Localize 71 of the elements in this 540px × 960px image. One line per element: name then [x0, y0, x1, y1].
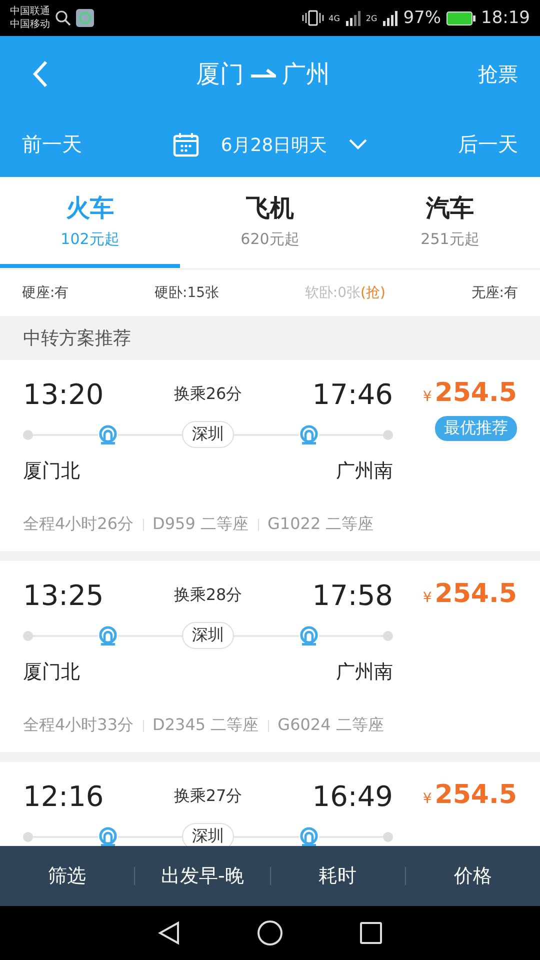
endpoint-dot: [23, 630, 33, 640]
via-station: 深圳: [182, 421, 234, 448]
recents-nav-icon[interactable]: [360, 922, 382, 944]
endpoint-dot: [383, 630, 393, 640]
arrival-city: 广州: [282, 59, 330, 90]
endpoint-dot: [23, 832, 33, 842]
seat-availability: 硬卧:15张: [154, 284, 220, 302]
sort-filter-button[interactable]: 筛选: [0, 846, 134, 906]
transfer-plan-card[interactable]: 12:16 换乘27分 16:49 深圳 ¥254.5: [0, 762, 540, 846]
arrival-time: 17:46: [312, 378, 393, 411]
transfer-duration: 换乘28分: [174, 585, 242, 606]
rail-icon: [298, 424, 318, 444]
network-label: 4G: [328, 14, 340, 22]
departure-city: 厦门: [196, 59, 244, 90]
price: ¥254.5: [422, 780, 517, 810]
chevron-down-icon[interactable]: [349, 139, 368, 150]
arrival-station: 广州南: [336, 459, 393, 484]
search-icon: [55, 10, 71, 26]
rail-icon: [98, 424, 118, 444]
transfer-plan-card[interactable]: 13:20 换乘26分 17:46 深圳 厦门北 广州南 ¥254.5 最优推荐 全程4小时26分 D959 二等座 G1022 二等座: [0, 360, 540, 551]
sort-filter-button[interactable]: 耗时: [270, 846, 405, 906]
endpoint-dot: [383, 430, 393, 440]
trip-detail: G1022 二等座: [268, 514, 374, 535]
rail-icon: [98, 826, 118, 846]
seat-availability: 软卧:0张(抢): [304, 284, 386, 302]
app-icon: [76, 9, 94, 27]
seat-availability: 无座:有: [471, 284, 518, 302]
signal-icon: [382, 10, 398, 26]
network-label: 2G: [366, 14, 378, 22]
trip-detail: 全程4小时26分: [23, 514, 134, 535]
rail-icon: [298, 826, 318, 846]
sort-filter-button[interactable]: 出发早-晚: [135, 846, 270, 906]
clock: 18:19: [481, 8, 530, 28]
back-nav-icon[interactable]: [158, 921, 180, 945]
calendar-icon[interactable]: [172, 132, 199, 156]
endpoint-dot: [23, 430, 33, 440]
section-title: 中转方案推荐: [22, 327, 132, 351]
transport-tab[interactable]: 飞机 620元起: [180, 177, 360, 268]
departure-station: 厦门北: [23, 459, 80, 484]
battery-icon: [446, 10, 476, 26]
arrival-time: 17:58: [312, 579, 393, 612]
transfer-duration: 换乘27分: [174, 786, 242, 807]
trip-detail: 全程4小时33分: [23, 715, 134, 736]
sort-filter-button[interactable]: 价格: [406, 846, 540, 906]
departure-time: 13:20: [23, 378, 104, 411]
back-icon[interactable]: [32, 60, 48, 88]
transport-tab[interactable]: 汽车 251元起: [360, 177, 540, 268]
price: ¥254.5: [422, 579, 517, 609]
via-station: 深圳: [182, 622, 234, 649]
trip-detail: G6024 二等座: [278, 715, 384, 736]
home-nav-icon[interactable]: [256, 920, 283, 946]
rail-icon: [298, 626, 318, 646]
seat-availability: 硬座:有: [22, 284, 69, 302]
price: ¥254.5: [422, 378, 517, 408]
trip-detail: D2345 二等座: [152, 715, 259, 736]
transfer-duration: 换乘26分: [174, 384, 242, 405]
departure-station: 厦门北: [23, 660, 80, 685]
rail-icon: [98, 626, 118, 646]
transfer-plan-card[interactable]: 13:25 换乘28分 17:58 深圳 厦门北 广州南 ¥254.5 全程4小时33分 D2345 二等座 G6024 二等座: [0, 561, 540, 752]
carrier-name: 中国联通: [10, 5, 50, 18]
endpoint-dot: [383, 832, 393, 842]
departure-time: 12:16: [23, 780, 104, 813]
departure-time: 13:25: [23, 579, 104, 612]
trip-detail: D959 二等座: [152, 514, 248, 535]
arrival-station: 广州南: [336, 660, 393, 685]
vibrate-icon: [302, 10, 324, 26]
battery-percent: 97%: [403, 8, 441, 28]
best-recommend-badge: 最优推荐: [435, 416, 517, 441]
signal-icon: [344, 10, 361, 26]
arrival-time: 16:49: [312, 780, 393, 813]
carrier-name: 中国移动: [10, 18, 50, 31]
